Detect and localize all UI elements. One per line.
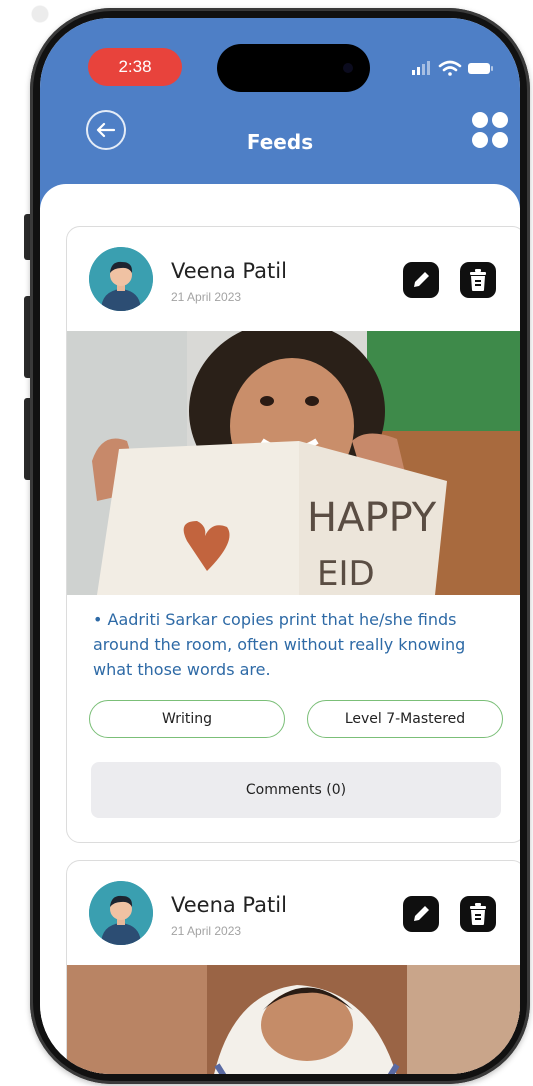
page-title: Feeds [246,130,314,154]
app-screen: 2:38 Feeds Veena Patil 21 April 2023 HAP… [40,18,520,1074]
edit-button[interactable] [403,896,439,932]
edit-pencil-icon [414,272,429,287]
delete-button[interactable] [460,262,496,298]
avatar [89,881,153,945]
dynamic-island [217,44,370,92]
comments-button[interactable]: Comments (0) [91,762,501,818]
signal-icon [412,61,430,75]
trash-icon [470,903,486,925]
feed-list: Veena Patil 21 April 2023 HAPPY EID • Aa… [40,184,520,1074]
post-date: 21 April 2023 [171,924,242,938]
post-description: • Aadriti Sarkar copies print that he/sh… [93,610,466,679]
wifi-icon [438,60,462,76]
photo-text-happy: HAPPY [307,495,437,541]
tag-chip-writing[interactable]: Writing [89,700,285,738]
post-date: 21 April 2023 [171,290,242,304]
status-icons [412,60,493,76]
tag-chip-level[interactable]: Level 7-Mastered [307,700,503,738]
battery-icon [468,63,493,74]
feed-card: Veena Patil 21 April 2023 [66,226,520,843]
status-time: 2:38 [88,48,182,86]
grid-menu-icon[interactable] [470,110,510,150]
author-name: Veena Patil [171,259,287,283]
author-name: Veena Patil [171,893,287,917]
delete-button[interactable] [460,896,496,932]
photo-text-eid: EID [317,554,375,594]
edit-button[interactable] [403,262,439,298]
edit-pencil-icon [414,906,429,921]
post-photo[interactable] [67,965,520,1074]
avatar [89,247,153,311]
post-photo[interactable]: HAPPY EID [67,331,520,595]
trash-icon [470,269,486,291]
feed-card: Veena Patil 21 April 2023 [66,860,520,1074]
